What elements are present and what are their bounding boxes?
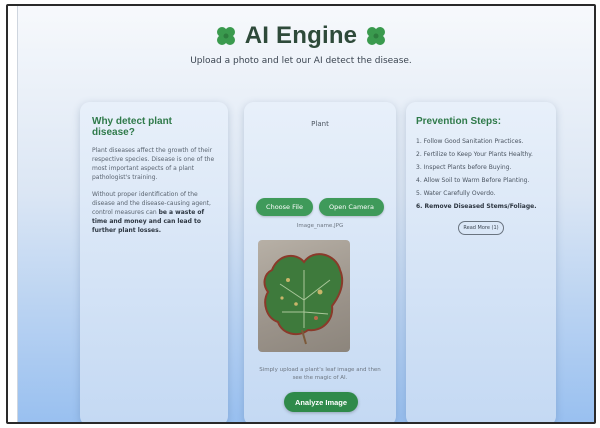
upload-hint: Simply upload a plant's leaf image and t…: [259, 367, 381, 381]
file-name-caption: Image_name.JPG: [296, 223, 344, 229]
header: AI Engine Upload a photo and let our AI …: [8, 22, 594, 66]
why-card-paragraph-2: Without proper identification of the dis…: [92, 190, 216, 235]
upload-card-label: Plant: [311, 120, 329, 128]
upload-button-row: Choose File Open Camera: [244, 198, 396, 216]
prevention-step: 5. Water Carefully Overdo.: [416, 190, 496, 197]
prevention-step: 2. Fertilize to Keep Your Plants Healthy…: [416, 151, 533, 158]
prevention-step: 1. Follow Good Sanitation Practices.: [416, 138, 524, 145]
prevention-card-heading: Prevention Steps:: [416, 116, 502, 127]
app-subtitle: Upload a photo and let our AI detect the…: [190, 56, 412, 66]
prevention-steps-list: 1. Follow Good Sanitation Practices. 2. …: [416, 135, 546, 213]
why-card-heading: Why detect plant disease?: [92, 116, 173, 138]
choose-file-button[interactable]: Choose File: [256, 198, 313, 216]
left-edge-strip: [8, 6, 18, 422]
prevention-card: Prevention Steps: 1. Follow Good Sanitat…: [406, 102, 556, 422]
leaf-image: [263, 253, 344, 345]
open-camera-button[interactable]: Open Camera: [319, 198, 384, 216]
clover-icon: [363, 23, 389, 49]
title-row: AI Engine: [8, 22, 594, 50]
app-title: AI Engine: [244, 22, 358, 49]
analyze-image-button[interactable]: Analyze Image: [284, 392, 358, 412]
why-card-paragraph-1: Plant diseases affect the growth of thei…: [92, 147, 215, 181]
clover-icon: [213, 23, 239, 49]
app-window: AI Engine Upload a photo and let our AI …: [6, 4, 596, 424]
leaf-image-preview: [258, 240, 350, 352]
prevention-step: 3. Inspect Plants before Buying.: [416, 164, 512, 171]
upload-card: Plant Choose File Open Camera Image_name…: [244, 102, 396, 422]
read-more-button[interactable]: Read More (1): [458, 221, 504, 235]
why-detect-card: Why detect plant disease? Plant diseases…: [80, 102, 228, 422]
prevention-step: 6. Remove Diseased Stems/Foliage.: [416, 203, 537, 210]
prevention-step: 4. Allow Soil to Warm Before Planting.: [416, 177, 530, 184]
